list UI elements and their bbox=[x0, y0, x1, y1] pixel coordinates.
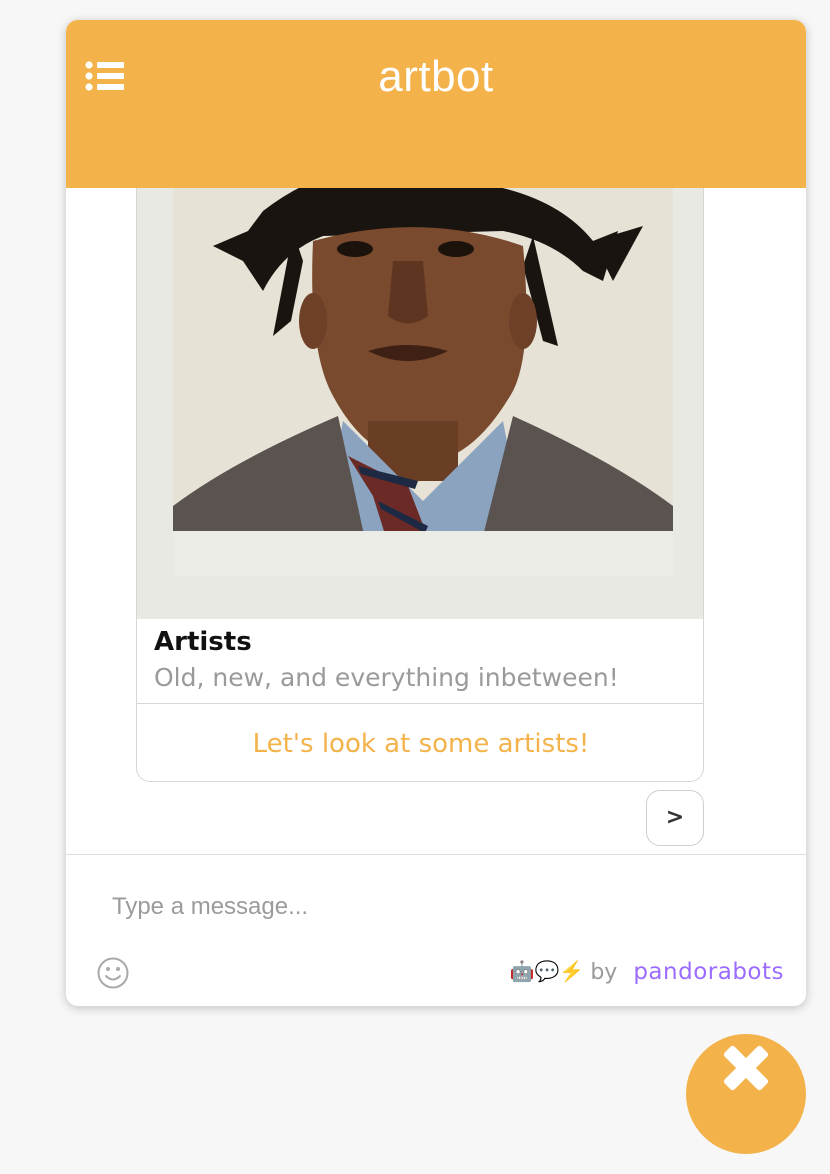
portrait-photo bbox=[173, 171, 673, 576]
card-subtitle: Old, new, and everything inbetween! bbox=[154, 663, 619, 692]
composer-divider bbox=[66, 854, 806, 855]
smiley-icon[interactable] bbox=[96, 956, 130, 990]
credit-emojis: 🤖💬⚡ bbox=[509, 961, 585, 983]
message-input[interactable] bbox=[112, 882, 752, 932]
card-action-button[interactable]: Let's look at some artists! bbox=[137, 704, 703, 781]
next-button[interactable]: > bbox=[646, 790, 704, 846]
message-card: Artists Old, new, and everything inbetwe… bbox=[136, 170, 704, 782]
close-icon bbox=[723, 1045, 769, 1091]
chat-widget: Artists Old, new, and everything inbetwe… bbox=[66, 20, 806, 1006]
pandorabots-link[interactable]: pandorabots bbox=[633, 959, 784, 985]
chat-header: artbot bbox=[66, 20, 806, 188]
credit-by: by bbox=[590, 959, 618, 985]
close-chat-button[interactable] bbox=[686, 1034, 806, 1154]
card-image bbox=[137, 171, 703, 619]
card-title: Artists bbox=[154, 627, 252, 657]
powered-by: 🤖💬⚡ by pandorabots bbox=[510, 954, 784, 990]
chat-title: artbot bbox=[378, 52, 494, 101]
